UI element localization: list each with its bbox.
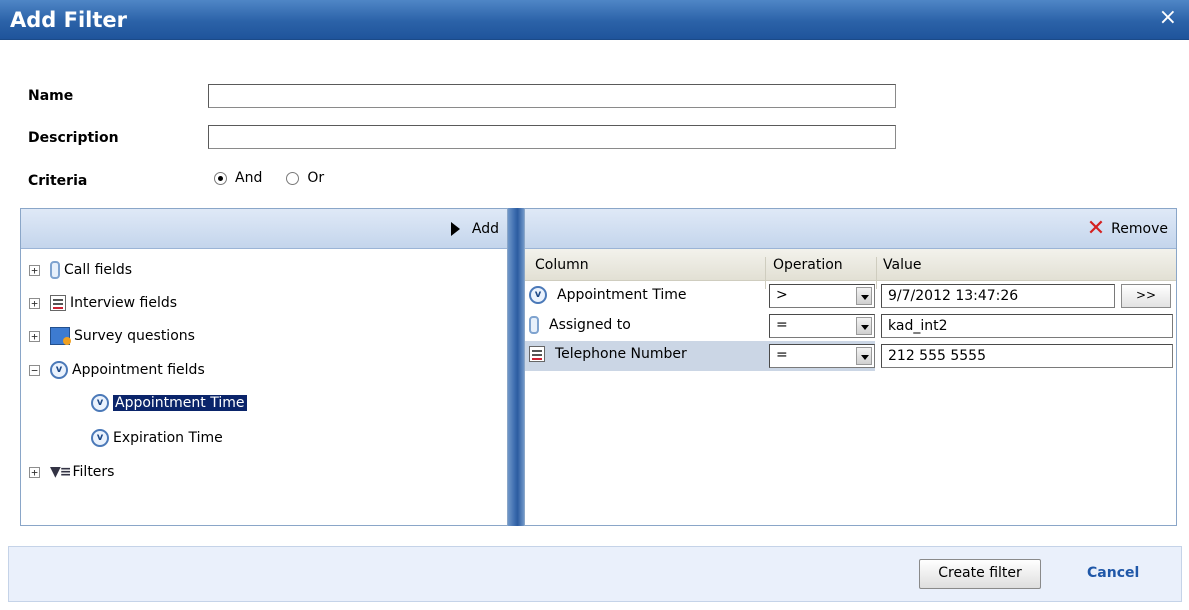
column-name: Assigned to xyxy=(549,317,631,333)
tree-item-label: Call fields xyxy=(64,262,133,278)
dialog-title: Add Filter xyxy=(10,8,128,32)
fields-tree-pane: Add + Call fields + Interview fields + S… xyxy=(20,208,508,526)
name-input[interactable] xyxy=(208,84,896,108)
operation-value: = xyxy=(776,347,788,363)
operation-select[interactable]: > xyxy=(769,284,875,308)
dropdown-arrow-icon[interactable] xyxy=(856,317,872,335)
criteria-and-radio[interactable] xyxy=(214,171,227,185)
column-name: Appointment Time xyxy=(557,287,687,303)
criteria-or-label[interactable]: Or xyxy=(307,170,324,186)
tree-item-appointment-fields[interactable]: − v Appointment fields xyxy=(29,359,205,381)
name-label: Name xyxy=(28,88,74,104)
dropdown-arrow-icon[interactable] xyxy=(856,347,872,365)
remove-x-icon: ✕ xyxy=(1086,215,1106,241)
tree-item-appointment-time[interactable]: v Appointment Time xyxy=(91,392,247,414)
value-input[interactable] xyxy=(881,314,1173,338)
value-input[interactable] xyxy=(881,344,1173,368)
grid-row-selected[interactable]: Telephone Number = xyxy=(525,341,1173,371)
description-input[interactable] xyxy=(208,125,896,149)
column-name: Telephone Number xyxy=(555,346,687,362)
tree-item-label: Filters xyxy=(72,464,115,480)
dialog-footer: Create filter Cancel xyxy=(8,546,1182,602)
fields-pane-header: Add xyxy=(21,209,507,249)
grid-row[interactable]: v Appointment Time > >> xyxy=(525,281,1176,311)
clock-icon: v xyxy=(50,361,68,379)
clock-icon: v xyxy=(529,286,547,304)
criteria-and-label[interactable]: And xyxy=(235,170,262,186)
description-label: Description xyxy=(28,130,119,146)
operation-value: > xyxy=(776,287,788,303)
criteria-or-radio[interactable] xyxy=(286,171,300,185)
filter-icon: ▼≡ xyxy=(50,464,71,480)
tree-item-expiration-time[interactable]: v Expiration Time xyxy=(91,427,223,449)
criteria-grid-pane: ✕ Remove Column Operation Value v Appoin… xyxy=(524,208,1177,526)
tree-item-call-fields[interactable]: + Call fields xyxy=(29,259,132,281)
operation-value: = xyxy=(776,317,788,333)
operation-select[interactable]: = xyxy=(769,314,875,338)
expand-icon[interactable]: + xyxy=(29,330,40,342)
criteria-label: Criteria xyxy=(28,173,88,189)
tree-item-label: Interview fields xyxy=(70,295,178,311)
clock-icon: v xyxy=(91,394,109,412)
form-icon xyxy=(50,295,66,311)
grid-cell-column: Telephone Number xyxy=(529,346,687,362)
column-header-column[interactable]: Column xyxy=(535,257,589,273)
grid-cell-column: v Appointment Time xyxy=(529,286,687,304)
close-icon[interactable]: × xyxy=(1159,7,1177,29)
add-button[interactable]: Add xyxy=(450,220,499,237)
tree-item-label: Appointment fields xyxy=(72,362,205,378)
grid-row[interactable]: Assigned to = xyxy=(525,311,1176,341)
date-picker-button[interactable]: >> xyxy=(1121,284,1171,308)
criteria-pane-header: ✕ Remove xyxy=(525,209,1176,249)
grid-header: Column Operation Value xyxy=(525,249,1176,289)
tree-item-label: Survey questions xyxy=(74,328,195,344)
tree-item-filters[interactable]: + ▼≡ Filters xyxy=(29,461,114,483)
column-header-operation[interactable]: Operation xyxy=(773,257,843,273)
phone-icon xyxy=(529,316,539,334)
tree-item-interview-fields[interactable]: + Interview fields xyxy=(29,292,177,314)
collapse-icon[interactable]: − xyxy=(29,364,40,376)
tree-item-label: Expiration Time xyxy=(113,430,223,446)
column-header-value[interactable]: Value xyxy=(883,257,921,273)
clock-icon: v xyxy=(91,429,109,447)
expand-icon[interactable]: + xyxy=(29,264,40,276)
form-icon xyxy=(529,346,545,362)
tree-item-survey-questions[interactable]: + Survey questions xyxy=(29,325,195,347)
expand-icon[interactable]: + xyxy=(29,466,40,478)
add-button-label: Add xyxy=(471,220,499,237)
remove-button[interactable]: ✕ Remove xyxy=(1086,215,1168,241)
phone-icon xyxy=(50,261,60,279)
play-arrow-icon xyxy=(450,221,460,236)
dropdown-arrow-icon[interactable] xyxy=(856,287,872,305)
expand-icon[interactable]: + xyxy=(29,297,40,309)
dialog-titlebar: Add Filter × xyxy=(0,0,1189,40)
tree-item-label: Appointment Time xyxy=(113,395,247,411)
operation-select[interactable]: = xyxy=(769,344,875,368)
value-input[interactable] xyxy=(881,284,1115,308)
remove-button-label: Remove xyxy=(1111,220,1168,237)
criteria-radio-group: And Or xyxy=(214,170,348,186)
pane-splitter[interactable] xyxy=(508,208,524,526)
fields-tree: + Call fields + Interview fields + Surve… xyxy=(21,249,507,480)
survey-icon xyxy=(50,327,71,345)
create-filter-button[interactable]: Create filter xyxy=(919,559,1041,589)
cancel-link[interactable]: Cancel xyxy=(1087,565,1139,581)
grid-cell-column: Assigned to xyxy=(529,316,631,334)
